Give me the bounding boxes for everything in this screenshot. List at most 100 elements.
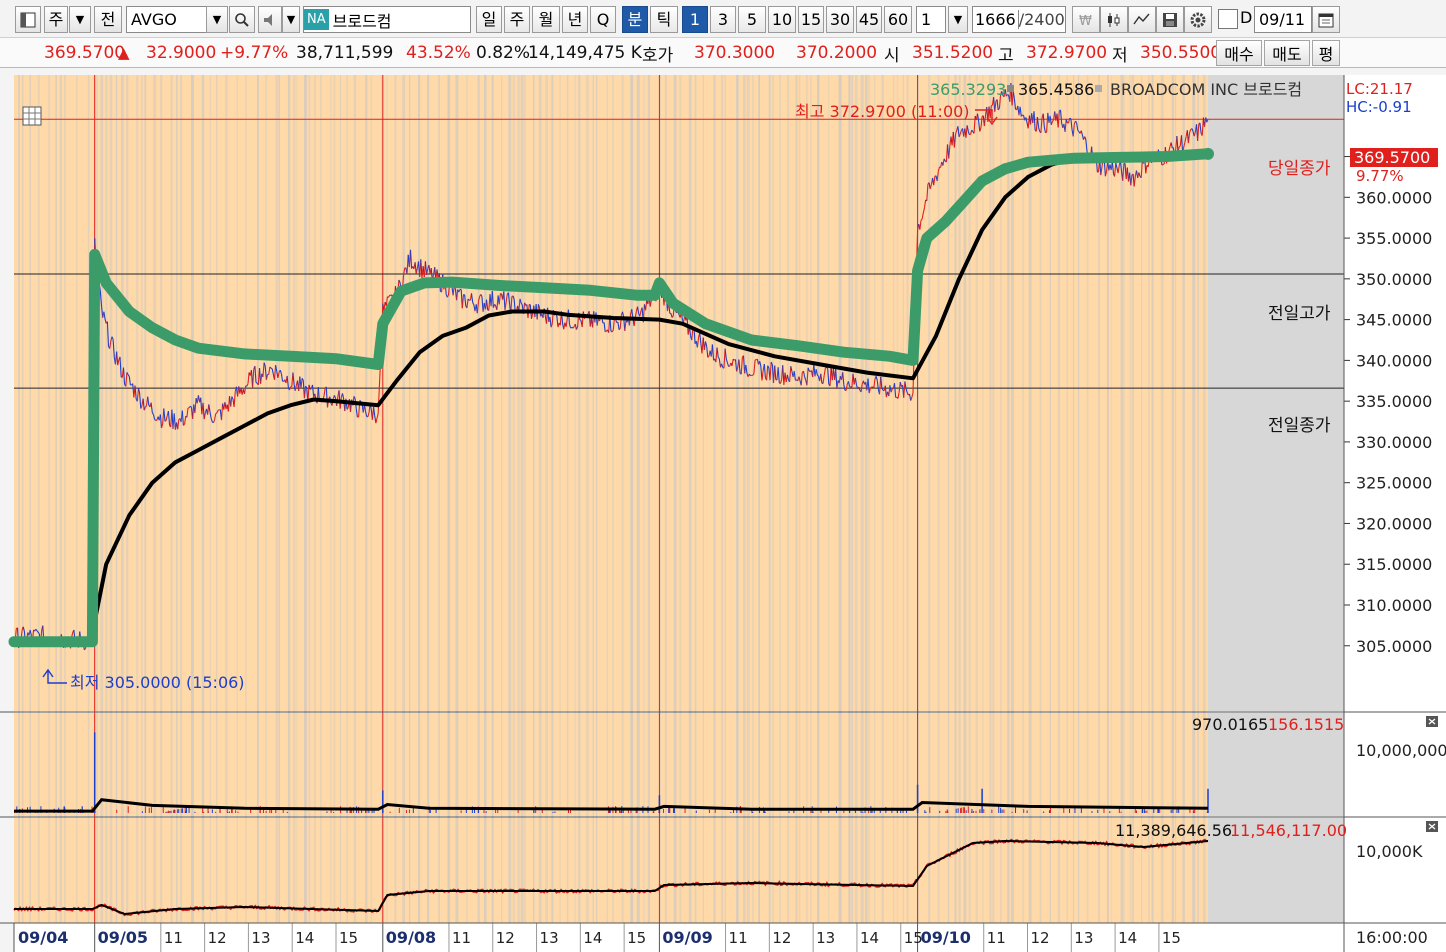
high-annotation: 최고 372.9700 (11:00): [795, 102, 970, 121]
save-icon[interactable]: [1156, 6, 1184, 33]
average-button[interactable]: 평: [1312, 40, 1340, 66]
name-field[interactable]: NA 브로드컴: [303, 6, 471, 33]
legend-box-2: [1095, 85, 1102, 92]
price-segment: [164, 420, 167, 422]
session-stripe: [1073, 75, 1075, 923]
session-stripe: [520, 75, 524, 923]
volume-panel-close-icon[interactable]: [1426, 716, 1438, 727]
chart-area: 365.0000360.0000355.0000350.0000345.0000…: [0, 68, 1446, 952]
session-stripe: [992, 75, 995, 923]
x-hour-label: 13: [251, 929, 270, 947]
interval-1[interactable]: 1: [682, 6, 708, 33]
session-stripe: [574, 75, 577, 923]
period-week[interactable]: 주: [504, 6, 530, 33]
date-checkbox[interactable]: [1218, 9, 1238, 29]
sell-button[interactable]: 매도: [1264, 40, 1310, 66]
session-stripe: [1028, 75, 1032, 923]
low-price: 350.5500: [1140, 43, 1222, 63]
session-stripe: [828, 75, 830, 923]
amount-panel-close-icon[interactable]: [1426, 821, 1438, 832]
session-stripe: [947, 75, 950, 923]
session-stripe: [265, 75, 268, 923]
session-stripe: [838, 75, 842, 923]
session-stripe: [438, 75, 440, 923]
x-hour-label: 12: [496, 929, 515, 947]
interval-60[interactable]: 60: [884, 6, 912, 33]
session-stripe: [1123, 75, 1125, 923]
gear-icon[interactable]: [1184, 6, 1212, 33]
x-hour-label: 11: [452, 929, 471, 947]
session-stripe: [427, 75, 430, 923]
session-stripe: [551, 75, 554, 923]
period-year[interactable]: 년: [562, 6, 588, 33]
interval-3[interactable]: 3: [710, 6, 736, 33]
period-quarter[interactable]: Q: [590, 6, 616, 33]
price-segment: [1045, 131, 1047, 134]
session-stripe: [201, 75, 205, 923]
y-tick-label: 355.0000: [1356, 229, 1432, 248]
speaker-icon[interactable]: [258, 6, 282, 33]
date-input[interactable]: 09/11: [1254, 6, 1312, 33]
currency-icon[interactable]: ₩: [1072, 6, 1100, 33]
session-stripe: [848, 75, 851, 923]
interval-45[interactable]: 45: [856, 6, 882, 33]
interval-15[interactable]: 15: [798, 6, 824, 33]
interval-5[interactable]: 5: [738, 6, 766, 33]
price-segment: [309, 388, 312, 390]
x-hour-label: 14: [1118, 929, 1137, 947]
turnover-pct: 0.82%: [476, 43, 531, 63]
interval-input[interactable]: 1: [916, 6, 946, 33]
session-stripe: [126, 75, 129, 923]
date-check-label: D: [1240, 8, 1253, 27]
price-segment: [269, 366, 272, 369]
last-pct-label: 9.77%: [1356, 167, 1404, 185]
price-segment: [1022, 114, 1024, 117]
session-stripe: [772, 75, 774, 923]
price-segment: [1161, 164, 1164, 166]
x-hour-label: 15: [904, 929, 923, 947]
stock-name: 브로드컴: [332, 11, 392, 31]
low-annotation: 최저 305.0000 (15:06): [70, 673, 245, 692]
session-stripe: [47, 75, 51, 923]
prev-high-label: 전일고가: [1268, 304, 1331, 324]
period-day[interactable]: 일: [476, 6, 502, 33]
volume-value: 38,711,599: [296, 43, 394, 63]
session-stripe: [799, 75, 801, 923]
buy-button[interactable]: 매수: [1216, 40, 1262, 66]
y-tick-label: 320.0000: [1356, 514, 1432, 533]
period-tick[interactable]: 틱: [650, 6, 678, 33]
y-tick-label: 350.0000: [1356, 270, 1432, 289]
price-change-pct: +9.77%: [220, 43, 289, 63]
cycle-button-week[interactable]: 주: [44, 6, 68, 33]
calendar-icon[interactable]: [1312, 6, 1340, 33]
symbol-dropdown-icon[interactable]: ▼: [206, 6, 228, 33]
session-stripe: [105, 75, 108, 923]
search-icon[interactable]: [229, 6, 255, 33]
x-hour-label: 13: [540, 929, 559, 947]
line-tool-icon[interactable]: [1128, 6, 1156, 33]
speaker-dropdown-icon[interactable]: ▼: [282, 6, 300, 33]
price-change: 32.9000: [146, 43, 217, 63]
session-stripe: [906, 75, 909, 923]
session-stripe: [545, 75, 548, 923]
y-tick-label: 335.0000: [1356, 392, 1432, 411]
session-stripe: [409, 75, 411, 923]
price-chart[interactable]: 365.0000360.0000355.0000350.0000345.0000…: [0, 68, 1446, 952]
interval-30[interactable]: 30: [826, 6, 854, 33]
layout-icon[interactable]: [15, 6, 41, 33]
y-tick-label: 360.0000: [1356, 188, 1432, 207]
legend-ma2: 365.4586: [1018, 80, 1094, 99]
interval-dropdown-icon[interactable]: ▼: [948, 6, 968, 33]
grid-toggle-icon[interactable]: [22, 106, 42, 126]
symbol-input[interactable]: AVGO: [126, 6, 208, 33]
prev-button[interactable]: 전: [94, 6, 122, 33]
cycle-dropdown-icon[interactable]: ▼: [69, 6, 91, 33]
period-minute[interactable]: 분: [622, 6, 648, 33]
candle-type-icon[interactable]: [1100, 6, 1128, 33]
bid-price: 370.2000: [796, 43, 878, 63]
session-stripe: [743, 75, 746, 923]
interval-10[interactable]: 10: [768, 6, 796, 33]
session-stripe: [746, 75, 750, 923]
count-field[interactable]: 1666 /2400: [972, 6, 1066, 33]
period-month[interactable]: 월: [532, 6, 560, 33]
